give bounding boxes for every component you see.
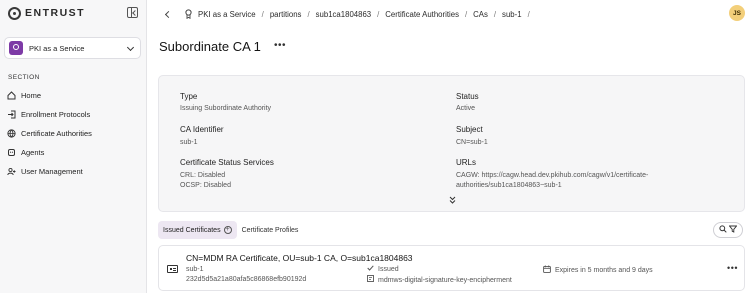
breadcrumb-separator: / [493,9,497,19]
certificate-profile: mdmws-digital-signature-key-encipherment [378,276,512,284]
tab-bar: Issued Certificates + Certificate Profil… [158,221,303,239]
main-content: PKI as a Service / partitions / sub1ca18… [148,0,750,293]
certificate-status-block: Issued mdmws-digital-signature-key-encip… [367,265,512,286]
certificate-serial: 232d5d5a21a80afa5c86868efb90192d [186,276,307,283]
certificate-profile-icon [367,275,374,286]
breadcrumb-link[interactable]: partitions [270,10,302,19]
certificate-expiry-text: Expires in 5 months and 9 days [555,266,653,274]
breadcrumb-separator: / [527,9,530,19]
search-icon[interactable] [719,225,727,235]
tab-issued-certificates[interactable]: Issued Certificates + [158,221,237,239]
more-options-icon[interactable]: ••• [274,40,286,51]
user-avatar[interactable]: JS [729,5,745,21]
certificate-status: Issued [378,266,399,273]
cert-status-services-label: Certificate Status Services [180,158,274,167]
search-filter-toolbar[interactable] [713,222,743,238]
home-icon [7,90,16,100]
breadcrumb-separator: / [261,9,264,19]
status-value: Active [456,105,476,112]
pki-service-icon [184,9,193,20]
filter-icon[interactable] [728,225,738,235]
back-chevron-icon[interactable] [164,10,173,18]
ca-identifier-value: sub-1 [180,139,198,146]
tab-label: Certificate Profiles [241,226,299,234]
section-label: SECTION [8,74,40,81]
users-icon [7,167,16,176]
urls-label: URLs [456,158,477,167]
sidebar-item-user-management[interactable]: User Management [7,165,83,177]
breadcrumb-separator: / [464,9,468,19]
pki-product-icon [9,41,23,55]
cagw-url-line2: authorities/sub1ca1804863~sub-1 [456,182,562,189]
expand-details-icon[interactable] [449,196,456,205]
subject-label: Subject [456,125,483,134]
ocsp-status: OCSP: Disabled [180,182,231,189]
breadcrumb-current[interactable]: sub-1 [502,10,522,19]
arrow-into-box-icon [7,110,16,119]
sidebar: ENTRUST PKI as a Service SECTION Home En… [0,0,147,293]
checkmark-icon [367,265,374,275]
chevron-down-icon [126,43,135,52]
sidebar-item-home[interactable]: Home [7,89,41,101]
certificate-list-item[interactable]: CN=MDM RA Certificate, OU=sub-1 CA, O=su… [158,245,745,291]
calendar-icon [543,265,551,275]
crl-status: CRL: Disabled [180,172,226,179]
entrust-logo-icon [8,6,21,20]
breadcrumb-link[interactable]: sub1ca1804863 [316,10,372,19]
sidebar-item-label: Certificate Authorities [21,128,92,138]
product-selector[interactable]: PKI as a Service [4,37,141,59]
type-label: Type [180,92,198,101]
sidebar-item-label: Agents [21,147,45,157]
breadcrumb-link[interactable]: CAs [473,10,488,19]
breadcrumb-separator: / [377,9,380,19]
certificate-ca: sub-1 [186,266,204,273]
sidebar-item-label: Enrollment Protocols [21,109,91,119]
breadcrumb-link[interactable]: Certificate Authorities [385,10,459,19]
breadcrumb-link[interactable]: PKI as a Service [198,10,256,19]
more-options-icon[interactable]: ••• [727,263,738,273]
type-value: Issuing Subordinate Authority [180,105,272,112]
subject-value: CN=sub-1 [456,139,488,146]
certificate-expiry: Expires in 5 months and 9 days [543,265,653,275]
sidebar-item-label: Home [21,90,42,100]
ca-details-card: Type Issuing Subordinate Authority Statu… [158,75,745,212]
certificate-icon [167,265,178,273]
logo: ENTRUST [8,6,140,20]
product-label: PKI as a Service [29,43,85,53]
tab-certificate-profiles[interactable]: Certificate Profiles [237,221,304,239]
ca-identifier-label: CA Identifier [180,125,224,134]
sidebar-item-enrollment-protocols[interactable]: Enrollment Protocols [7,108,90,120]
breadcrumb: PKI as a Service / partitions / sub1ca18… [164,8,536,20]
certificate-meta: sub-1 232d5d5a21a80afa5c86868efb90192d [186,265,306,285]
globe-icon [7,128,16,138]
sidebar-item-certificate-authorities[interactable]: Certificate Authorities [7,127,92,139]
collapse-sidebar-icon[interactable] [127,7,138,18]
sidebar-item-agents[interactable]: Agents [7,146,44,158]
logo-text: ENTRUST [25,7,86,19]
cagw-url-line1: CAGW: https://cagw.head.dev.pkihub.com/c… [456,172,649,179]
breadcrumb-separator: / [307,9,310,19]
sidebar-item-label: User Management [21,166,83,176]
tab-label: Issued Certificates [163,226,221,234]
page-title: Subordinate CA 1 [159,39,261,54]
status-label: Status [456,92,479,101]
plus-circle-icon[interactable]: + [223,226,232,234]
agent-icon [7,148,16,157]
certificate-subject[interactable]: CN=MDM RA Certificate, OU=sub-1 CA, O=su… [186,253,413,263]
